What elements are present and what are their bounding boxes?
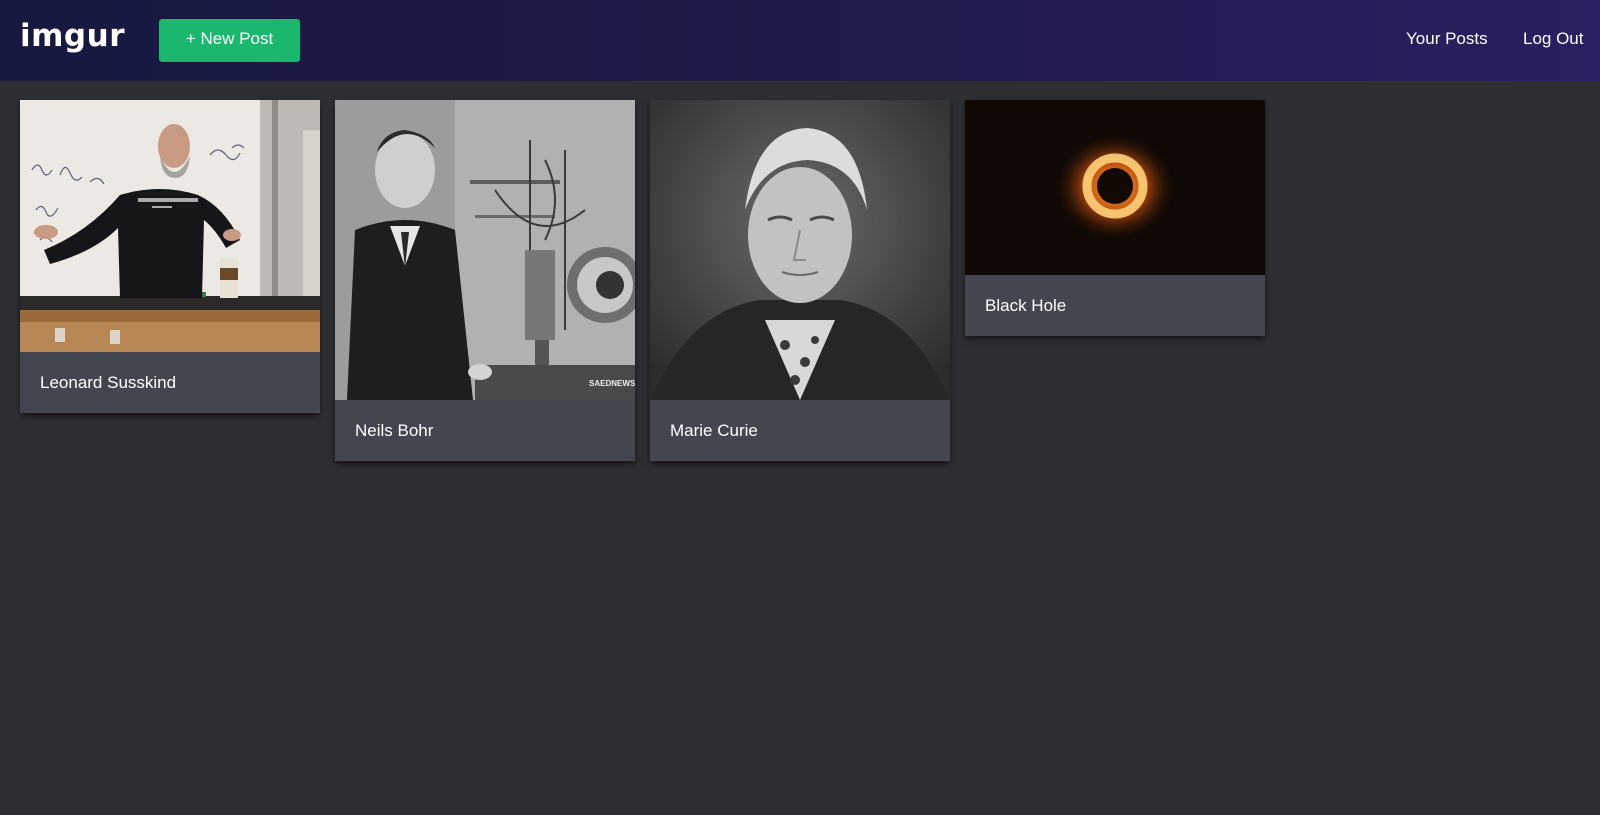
post-title: Neils Bohr (355, 420, 434, 440)
post-card[interactable]: Black Hole (965, 100, 1265, 336)
post-image[interactable] (650, 100, 950, 400)
post-image[interactable] (20, 100, 320, 352)
imgur-logo[interactable]: imgur (20, 18, 125, 54)
your-posts-link[interactable]: Your Posts (1406, 29, 1488, 49)
top-navbar: imgur + New Post Your Posts Log Out (0, 0, 1600, 81)
post-title: Leonard Susskind (40, 372, 177, 392)
post-image[interactable] (965, 100, 1265, 275)
new-post-button[interactable]: + New Post (159, 19, 300, 62)
post-card[interactable]: SAEDNEWS Neils Bohr (335, 100, 635, 461)
post-title: Marie Curie (670, 420, 758, 440)
post-card[interactable]: Leonard Susskind (20, 100, 320, 413)
log-out-link[interactable]: Log Out (1523, 29, 1584, 49)
post-title: Black Hole (985, 295, 1067, 315)
post-card[interactable]: Marie Curie (650, 100, 950, 461)
post-image[interactable]: SAEDNEWS (335, 100, 635, 400)
image-watermark-text: SAEDNEWS (589, 379, 635, 388)
